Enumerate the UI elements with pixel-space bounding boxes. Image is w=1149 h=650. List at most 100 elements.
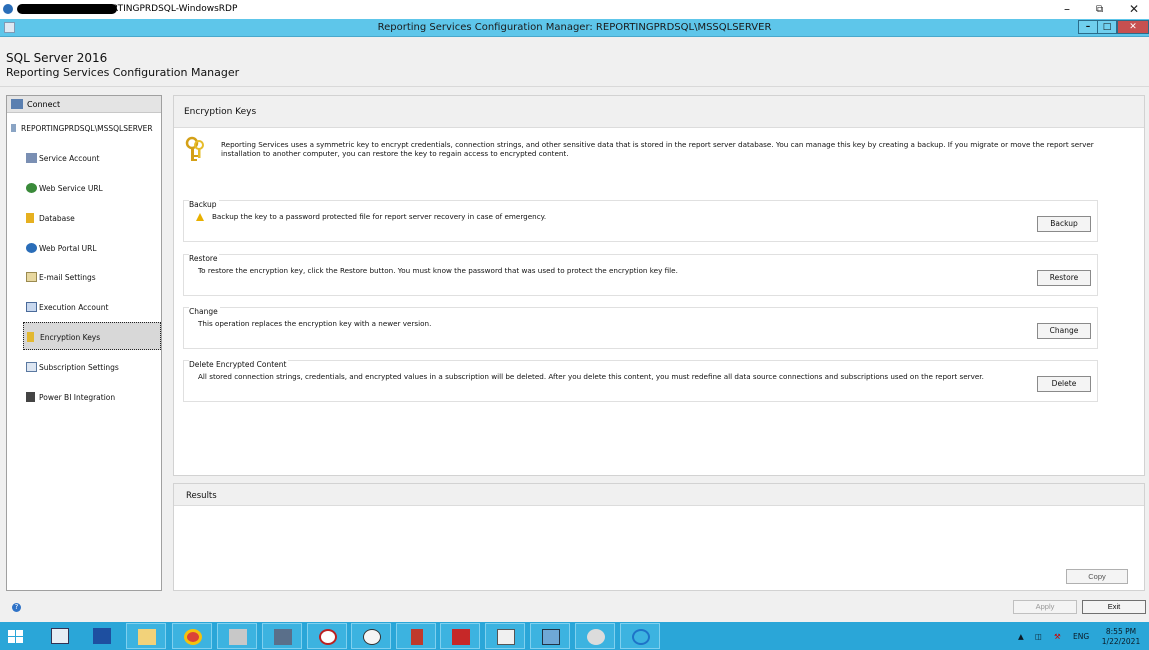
- sidebar-item-database[interactable]: Database: [23, 204, 161, 232]
- exit-button[interactable]: Exit: [1082, 600, 1146, 614]
- language-indicator[interactable]: ENG: [1073, 632, 1089, 641]
- rdp-window-title: RTINGPRDSQL-WindowsRDP: [112, 4, 238, 14]
- backup-section: Backup Backup the key to a password prot…: [183, 200, 1098, 242]
- sidebar-item-label: Service Account: [39, 154, 100, 163]
- change-section: Change This operation replaces the encry…: [183, 307, 1098, 349]
- taskbar-no-entry-app[interactable]: [307, 623, 347, 649]
- gear-icon: [587, 629, 605, 645]
- sidebar-item-execution-account[interactable]: Execution Account: [23, 293, 161, 321]
- start-button[interactable]: [8, 630, 24, 644]
- results-title: Results: [186, 491, 217, 501]
- help-icon[interactable]: ?: [12, 603, 21, 612]
- server-label: REPORTINGPRDSQL\MSSQLSERVER: [21, 124, 153, 133]
- sidebar-item-label: Encryption Keys: [40, 333, 101, 342]
- results-header: Results: [174, 484, 1144, 506]
- page-title: Encryption Keys: [184, 107, 257, 117]
- section-description: This operation replaces the encryption k…: [198, 319, 432, 328]
- tray-chevron-icon[interactable]: ▲: [1018, 632, 1024, 641]
- sidebar-item-email-settings[interactable]: E-mail Settings: [23, 263, 161, 291]
- taskbar-clock-app[interactable]: [351, 623, 391, 649]
- server-name: REPORTINGPRDSQL\MSSQLSERVER: [11, 124, 153, 133]
- connect-icon: [11, 99, 23, 109]
- app-close-button[interactable]: ✕: [1117, 20, 1149, 34]
- sidebar-item-encryption-keys[interactable]: Encryption Keys: [23, 322, 161, 350]
- server-icon: [11, 124, 16, 132]
- section-description: All stored connection strings, credentia…: [198, 372, 984, 381]
- key-icon: [185, 136, 204, 161]
- minimize-icon[interactable]: –: [1064, 2, 1070, 16]
- system-clock[interactable]: 8:55 PM 1/22/2021: [1096, 627, 1146, 647]
- taskbar-tools[interactable]: [217, 623, 257, 649]
- battery-icon: [411, 629, 423, 645]
- rdp-title-bar: RTINGPRDSQL-WindowsRDP – ⧉ ✕: [0, 0, 1149, 19]
- results-panel: Results Copy: [173, 483, 1145, 591]
- prohibit-icon: [319, 629, 337, 645]
- app-minimize-button[interactable]: –: [1078, 20, 1098, 34]
- execution-account-icon: [26, 302, 37, 312]
- sidebar-item-label: Web Portal URL: [39, 244, 97, 253]
- restore-button[interactable]: Restore: [1037, 270, 1091, 286]
- apply-button[interactable]: Apply: [1013, 600, 1077, 614]
- volume-muted-icon[interactable]: ⚒: [1054, 632, 1061, 641]
- taskbar-reporting-config[interactable]: [530, 623, 570, 649]
- tools-icon: [229, 629, 247, 645]
- email-icon: [26, 272, 37, 282]
- network-icon[interactable]: ◫: [1035, 632, 1042, 641]
- sidebar-item-service-account[interactable]: Service Account: [23, 144, 161, 172]
- server-manager-icon: [51, 628, 69, 644]
- taskbar: ▲ ◫ ⚒ ENG 8:55 PM 1/22/2021: [0, 622, 1149, 650]
- restore-icon[interactable]: ⧉: [1096, 4, 1103, 15]
- taskbar-document-app[interactable]: [485, 623, 525, 649]
- taskbar-chrome[interactable]: [172, 623, 212, 649]
- toolbox-icon: [452, 629, 470, 645]
- taskbar-ssms[interactable]: [262, 623, 302, 649]
- rdp-app-icon: [3, 4, 13, 14]
- power-bi-icon: [26, 392, 35, 402]
- section-title: Restore: [189, 254, 220, 263]
- taskbar-internet-explorer[interactable]: [620, 623, 660, 649]
- section-description: Backup the key to a password protected f…: [212, 212, 547, 221]
- sidebar-item-label: Execution Account: [39, 303, 109, 312]
- taskbar-toolbox-app[interactable]: [440, 623, 480, 649]
- document-icon: [497, 629, 515, 645]
- delete-button[interactable]: Delete: [1037, 376, 1091, 392]
- restore-section: Restore To restore the encryption key, c…: [183, 254, 1098, 296]
- close-icon[interactable]: ✕: [1129, 2, 1139, 16]
- sql-management-icon: [274, 629, 292, 645]
- backup-button[interactable]: Backup: [1037, 216, 1091, 232]
- subscription-icon: [26, 362, 37, 372]
- section-title: Delete Encrypted Content: [189, 360, 289, 369]
- clock-time: 8:55 PM: [1105, 627, 1137, 636]
- database-icon: [26, 213, 34, 223]
- taskbar-server-manager[interactable]: [40, 623, 80, 649]
- taskbar-file-explorer[interactable]: [126, 623, 166, 649]
- sidebar-item-subscription-settings[interactable]: Subscription Settings: [23, 353, 161, 381]
- key-icon: [27, 332, 34, 342]
- sidebar-item-web-portal-url[interactable]: Web Portal URL: [23, 234, 161, 262]
- web-service-url-icon: [26, 183, 37, 193]
- app-title-bar: Reporting Services Configuration Manager…: [0, 19, 1149, 37]
- section-description: To restore the encryption key, click the…: [198, 266, 678, 275]
- sidebar-item-label: Database: [39, 214, 75, 223]
- section-title: Backup: [189, 200, 219, 209]
- chrome-icon: [184, 629, 202, 645]
- sidebar-item-web-service-url[interactable]: Web Service URL: [23, 174, 161, 202]
- encryption-keys-panel: Encryption Keys Reporting Services uses …: [173, 95, 1145, 476]
- taskbar-settings-app[interactable]: [575, 623, 615, 649]
- clock-icon: [363, 629, 381, 645]
- intro-text: Reporting Services uses a symmetric key …: [221, 140, 1094, 158]
- app-window-title: Reporting Services Configuration Manager…: [377, 22, 772, 33]
- delete-encrypted-content-section: Delete Encrypted Content All stored conn…: [183, 360, 1098, 402]
- copy-button[interactable]: Copy: [1066, 569, 1128, 584]
- product-subtitle: Reporting Services Configuration Manager: [6, 66, 240, 79]
- connect-label: Connect: [27, 100, 61, 109]
- taskbar-battery-app[interactable]: [396, 623, 436, 649]
- change-button[interactable]: Change: [1037, 323, 1091, 339]
- taskbar-powershell[interactable]: [82, 623, 122, 649]
- sidebar-item-power-bi-integration[interactable]: Power BI Integration: [23, 383, 161, 411]
- clock-date: 1/22/2021: [1101, 637, 1141, 646]
- connect-button[interactable]: Connect: [7, 96, 161, 113]
- sidebar-item-label: E-mail Settings: [39, 273, 96, 282]
- internet-explorer-icon: [632, 629, 650, 645]
- app-restore-button[interactable]: □: [1097, 20, 1117, 34]
